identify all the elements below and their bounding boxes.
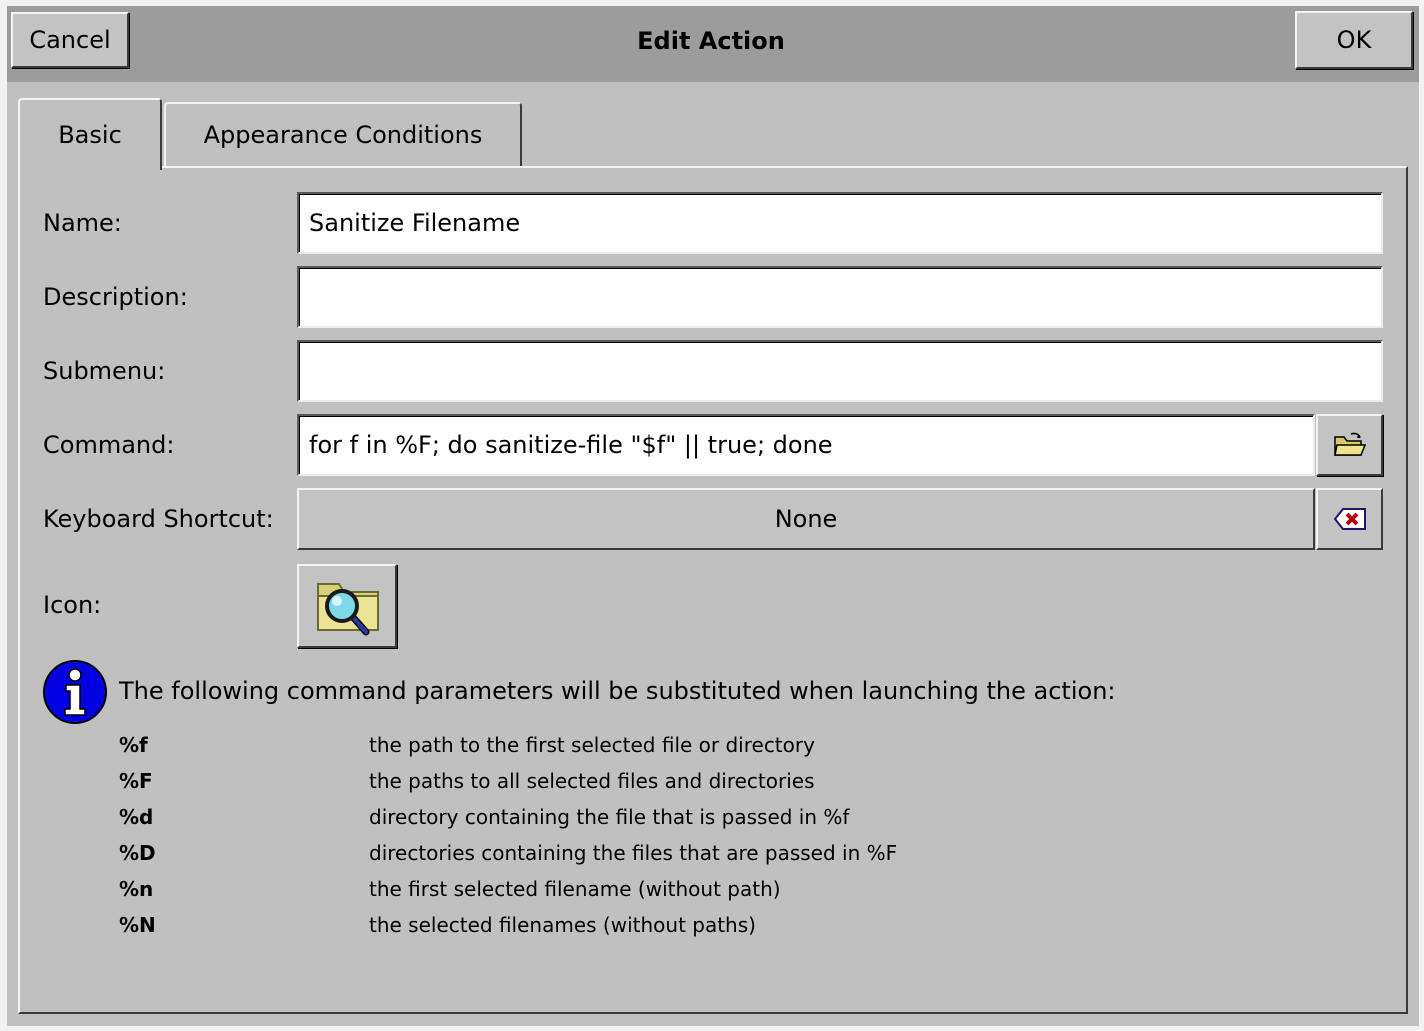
dialog-title: Edit Action — [637, 27, 785, 55]
basic-tab-panel — [18, 166, 1408, 1014]
tab-basic[interactable]: Basic — [18, 98, 162, 170]
title-bar: Cancel Edit Action OK — [7, 6, 1419, 82]
edit-action-dialog: Cancel Edit Action OK Basic Appearance C… — [7, 6, 1419, 1026]
cancel-button[interactable]: Cancel — [11, 12, 129, 68]
ok-button[interactable]: OK — [1295, 11, 1413, 69]
tab-appearance-conditions[interactable]: Appearance Conditions — [164, 102, 522, 168]
